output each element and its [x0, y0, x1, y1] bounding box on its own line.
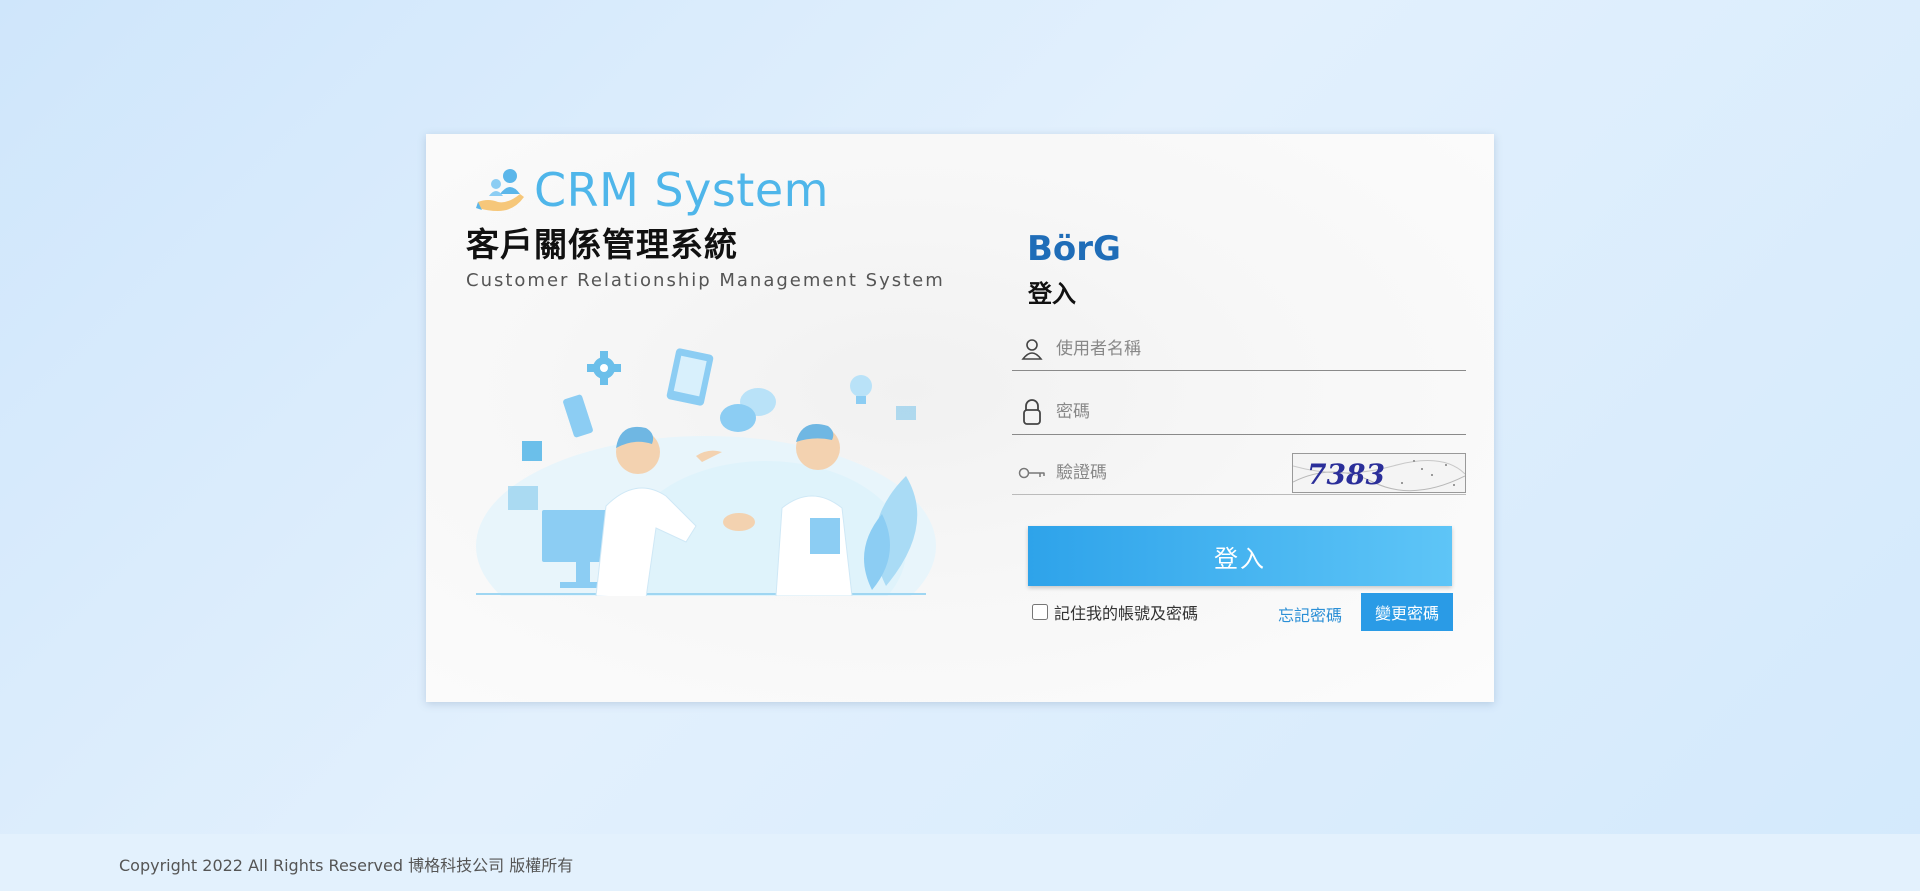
borg-logo-text: BörG	[1027, 229, 1121, 264]
key-icon	[1012, 466, 1052, 480]
login-heading: 登入	[1028, 280, 1076, 308]
system-subtitle-en: Customer Relationship Management System	[466, 270, 945, 291]
change-password-button[interactable]: 變更密碼	[1361, 593, 1453, 631]
user-icon	[1012, 338, 1052, 360]
captcha-code-text: 7383	[1307, 458, 1385, 491]
handshake-illustration	[476, 348, 936, 596]
password-input[interactable]	[1052, 402, 1466, 422]
username-input[interactable]	[1052, 339, 1466, 359]
copyright-text: Copyright 2022 All Rights Reserved 博格科技公…	[119, 856, 574, 875]
login-button[interactable]: 登入	[1028, 526, 1452, 586]
captcha-field: 7383	[1012, 452, 1466, 495]
brand-header: CRM System	[474, 162, 829, 218]
borg-logo: BörG	[1027, 229, 1121, 264]
remember-checkbox[interactable]	[1032, 604, 1048, 620]
remember-label: 記住我的帳號及密碼	[1054, 604, 1199, 623]
crm-handshake-icon	[476, 169, 524, 211]
captcha-input[interactable]	[1052, 463, 1292, 483]
remember-me[interactable]: 記住我的帳號及密碼	[1032, 600, 1198, 624]
forgot-password-link[interactable]: 忘記密碼	[1278, 602, 1342, 626]
brand-title: CRM System	[534, 163, 829, 217]
username-field	[1012, 328, 1466, 371]
login-card: CRM System 客戶關係管理系統 Customer Relationshi…	[426, 134, 1494, 702]
footer: Copyright 2022 All Rights Reserved 博格科技公…	[0, 834, 1920, 891]
password-field	[1012, 390, 1466, 435]
lock-icon	[1012, 398, 1052, 426]
system-title-zh: 客戶關係管理系統	[466, 225, 738, 264]
captcha-image[interactable]: 7383	[1292, 453, 1466, 493]
